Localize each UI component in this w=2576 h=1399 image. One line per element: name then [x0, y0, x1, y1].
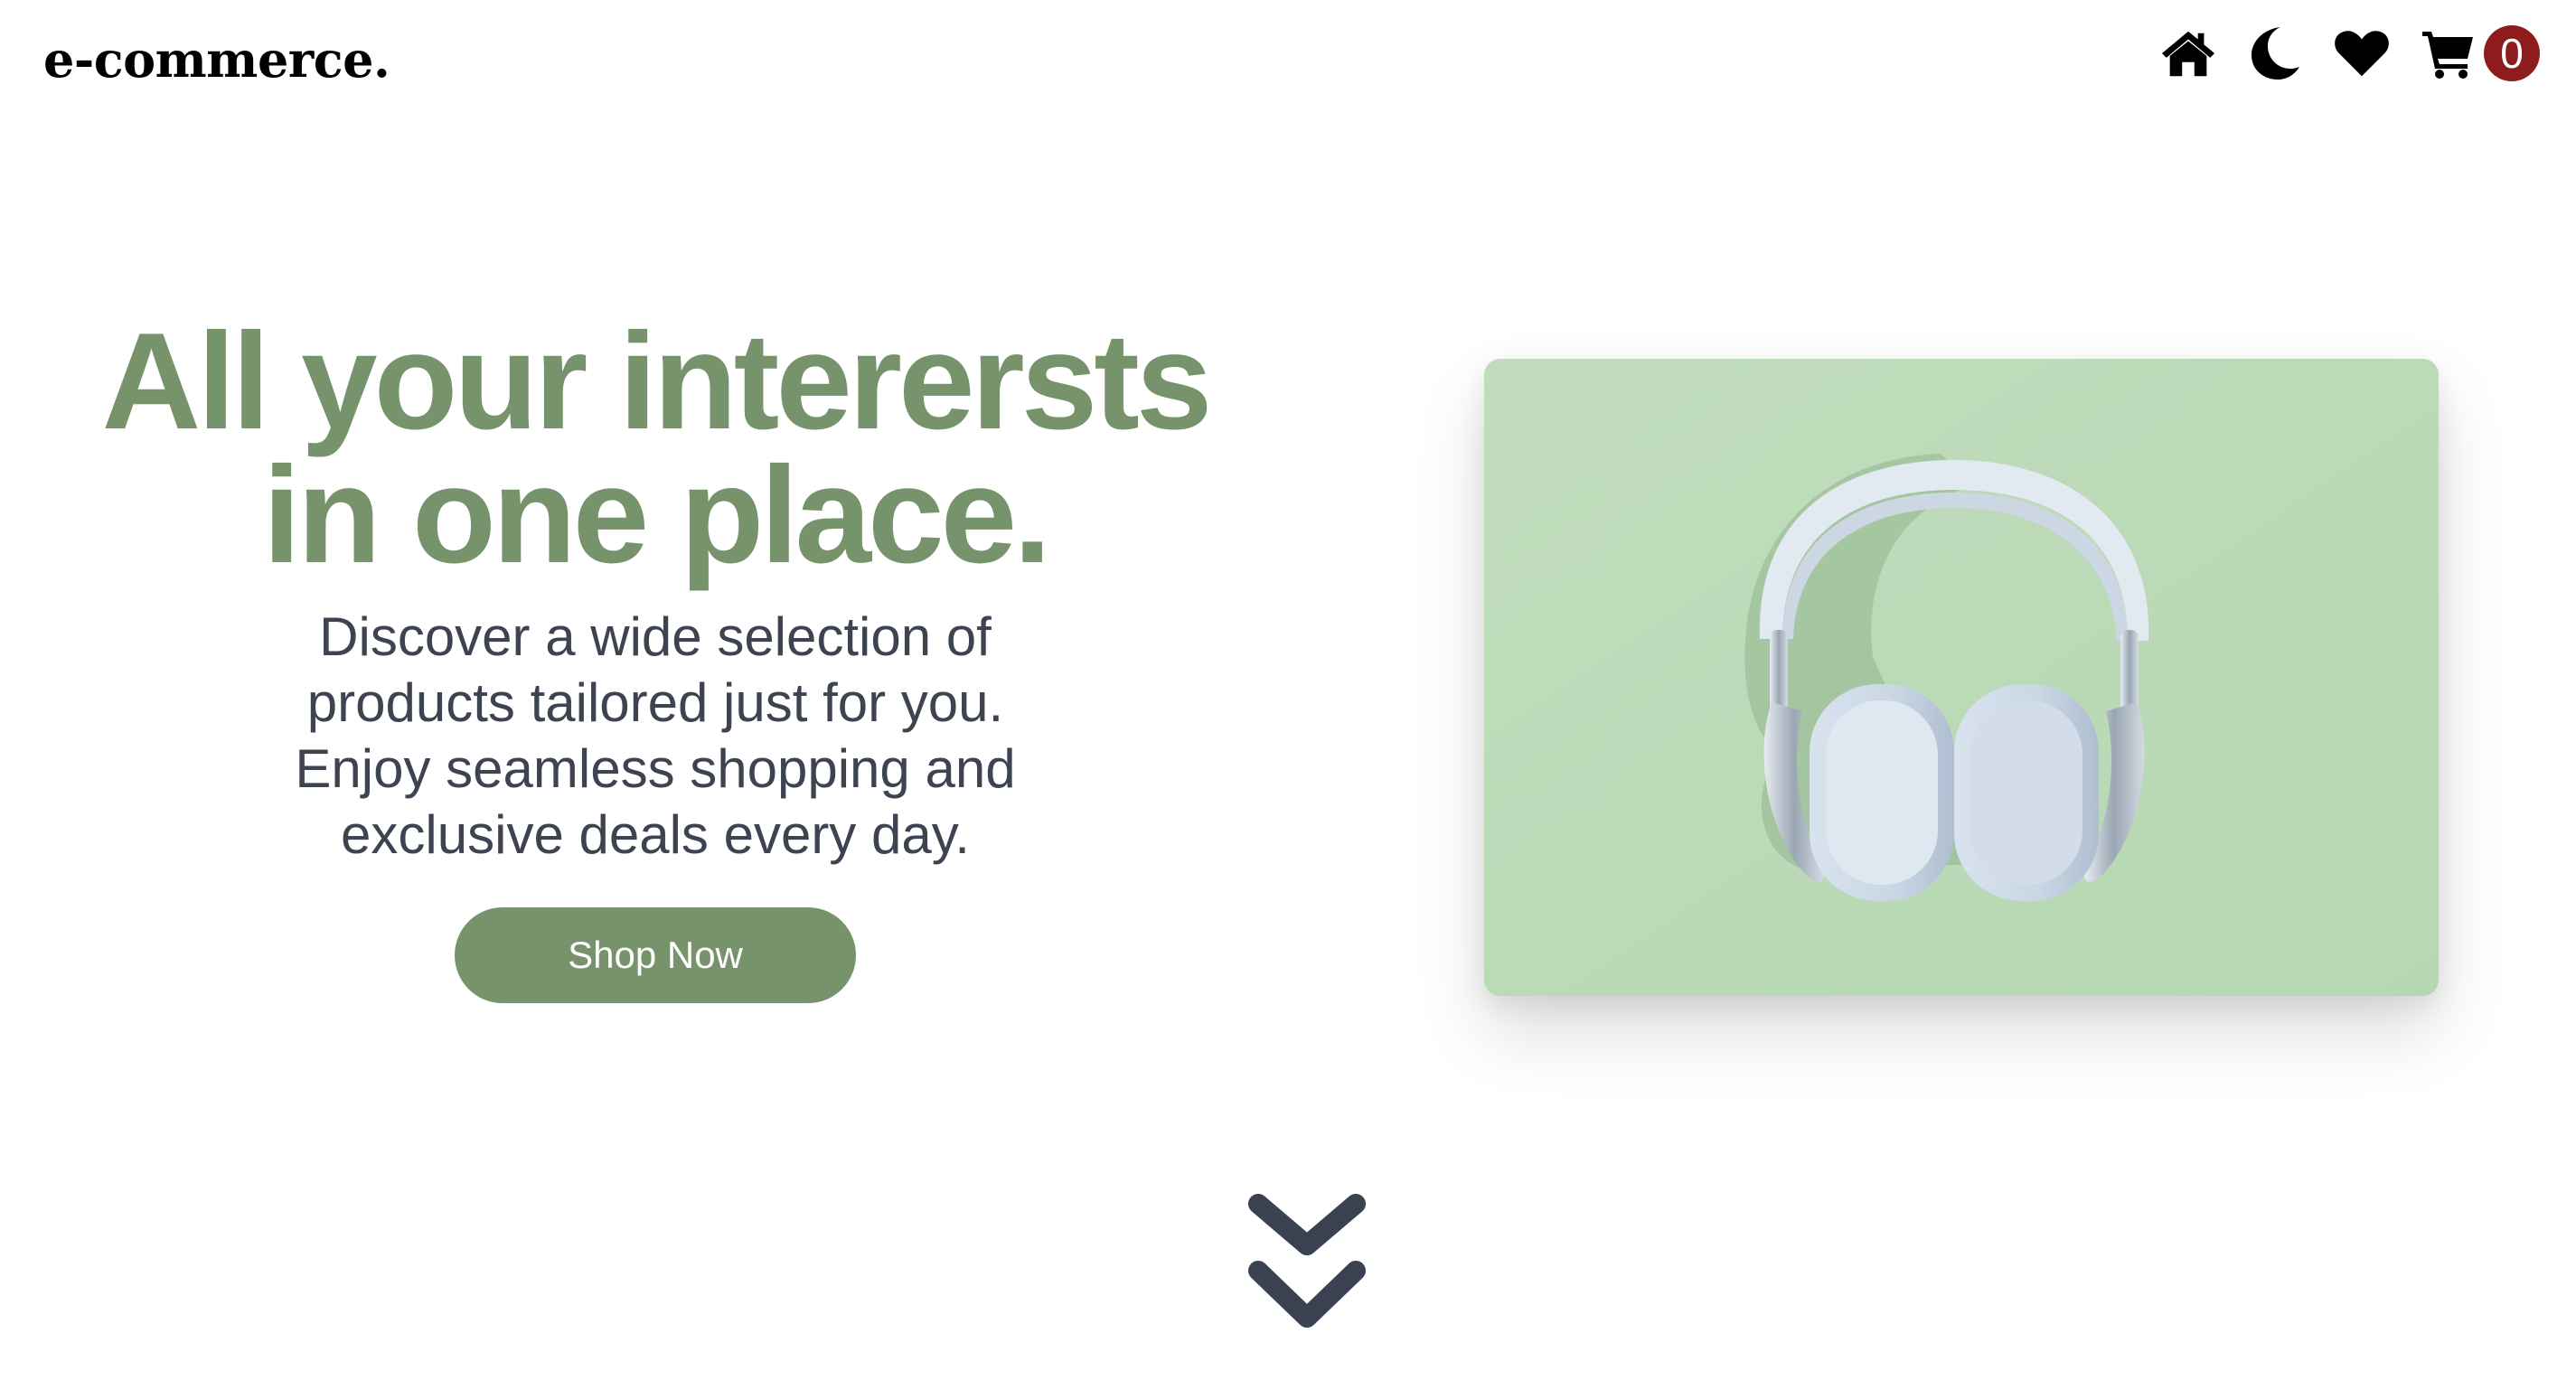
cart-icon [2422, 32, 2473, 79]
scroll-down-button[interactable] [1246, 1191, 1368, 1332]
hero-title: All your interersts in one place. [54, 313, 1256, 584]
hero-image [1484, 359, 2439, 996]
page: e-commerce. 0 All your interersts in one… [0, 0, 2576, 1399]
shop-now-button[interactable]: Shop Now [455, 907, 856, 1003]
brand-logo[interactable]: e-commerce. [43, 31, 390, 89]
cart-button[interactable]: 0 [2421, 25, 2540, 81]
cart-count-badge: 0 [2484, 25, 2540, 81]
top-nav: 0 [2160, 25, 2540, 81]
hero-text: All your interersts in one place. Discov… [54, 313, 1256, 1003]
wishlist-button[interactable] [2334, 25, 2390, 81]
home-icon [2161, 31, 2215, 77]
heart-icon [2335, 31, 2389, 77]
theme-toggle-button[interactable] [2247, 25, 2303, 81]
hero-description: Discover a wide selection of products ta… [295, 606, 1016, 865]
headphones-image [1484, 359, 2439, 996]
hero-title-line1: All your interersts [101, 305, 1213, 458]
moon-icon [2252, 27, 2299, 80]
hero-title-line2: in one place. [262, 438, 1052, 592]
home-button[interactable] [2160, 25, 2216, 81]
double-chevron-down-icon [1248, 1194, 1366, 1328]
